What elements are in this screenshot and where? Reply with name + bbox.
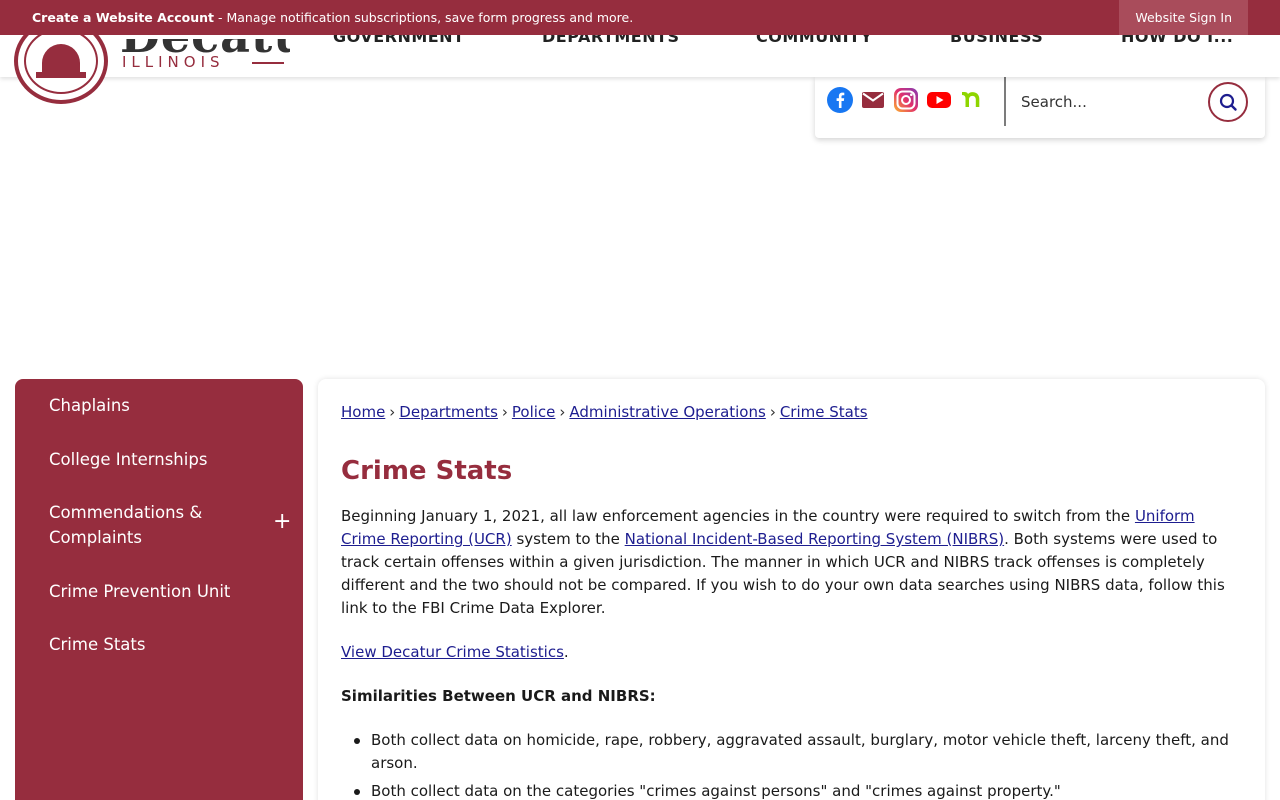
breadcrumb-administrative-operations[interactable]: Administrative Operations bbox=[569, 403, 765, 421]
site-header: Decatur ILLINOIS GOVERNMENT DEPARTMENTS … bbox=[0, 27, 1280, 77]
view-stats-line: View Decatur Crime Statistics. bbox=[341, 641, 569, 664]
account-message: Create a Website Account - Manage notifi… bbox=[32, 10, 633, 25]
page-title: Crime Stats bbox=[341, 456, 513, 486]
breadcrumb-departments[interactable]: Departments bbox=[399, 403, 498, 421]
expand-icon[interactable]: + bbox=[273, 509, 291, 534]
search-button[interactable] bbox=[1208, 82, 1248, 122]
intro-paragraph: Beginning January 1, 2021, all law enfor… bbox=[341, 505, 1241, 620]
create-account-link[interactable]: Create a Website Account bbox=[32, 10, 214, 25]
list-item: Both collect data on the categories "cri… bbox=[354, 780, 1251, 800]
breadcrumb: Home › Departments › Police › Administrative O… bbox=[341, 403, 868, 421]
nextdoor-icon[interactable] bbox=[959, 87, 985, 113]
search-icon bbox=[1219, 93, 1237, 111]
breadcrumb-police[interactable]: Police bbox=[512, 403, 556, 421]
sidebar-item-crime-prevention-unit[interactable]: Crime Prevention Unit bbox=[49, 579, 230, 604]
intro-text-2: system to the bbox=[511, 530, 625, 548]
facebook-icon[interactable] bbox=[827, 87, 853, 113]
nibrs-link[interactable]: National Incident-Based Reporting System… bbox=[625, 530, 1004, 548]
similarities-list: Both collect data on homicide, rape, rob… bbox=[354, 729, 1251, 800]
breadcrumb-separator: › bbox=[389, 403, 396, 421]
breadcrumb-separator: › bbox=[559, 403, 566, 421]
panel-divider bbox=[1004, 77, 1006, 126]
view-period: . bbox=[563, 643, 569, 661]
instagram-icon[interactable] bbox=[893, 87, 919, 113]
sidebar-item-commendations-complaints[interactable]: Commendations & Complaints bbox=[49, 500, 249, 550]
seal-base bbox=[36, 72, 86, 78]
youtube-icon[interactable] bbox=[926, 87, 952, 113]
section-sidebar: Chaplains College Internships Commendati… bbox=[15, 379, 303, 800]
breadcrumb-home[interactable]: Home bbox=[341, 403, 385, 421]
main-content: Home › Departments › Police › Administrative O… bbox=[318, 379, 1265, 800]
account-message-text: - Manage notification subscriptions, sav… bbox=[214, 10, 634, 25]
breadcrumb-crime-stats[interactable]: Crime Stats bbox=[780, 403, 868, 421]
view-crime-statistics-link[interactable]: View Decatur Crime Statistics bbox=[341, 643, 564, 661]
logo-rule bbox=[252, 62, 284, 64]
breadcrumb-separator: › bbox=[501, 403, 508, 421]
logo-subtitle: ILLINOIS bbox=[122, 53, 225, 71]
similarities-heading: Similarities Between UCR and NIBRS: bbox=[341, 687, 656, 705]
email-icon[interactable] bbox=[860, 87, 886, 113]
search-input[interactable] bbox=[1021, 87, 1201, 117]
intro-text-1: Beginning January 1, 2021, all law enfor… bbox=[341, 507, 1135, 525]
seal-dome bbox=[42, 44, 80, 74]
sidebar-item-college-internships[interactable]: College Internships bbox=[49, 447, 207, 472]
social-search-panel bbox=[815, 77, 1265, 138]
list-item: Both collect data on homicide, rape, rob… bbox=[354, 729, 1251, 775]
notification-bar: Create a Website Account - Manage notifi… bbox=[0, 0, 1280, 35]
breadcrumb-separator: › bbox=[769, 403, 776, 421]
website-sign-in-button[interactable]: Website Sign In bbox=[1119, 0, 1248, 35]
sidebar-item-crime-stats[interactable]: Crime Stats bbox=[49, 632, 145, 657]
sidebar-item-chaplains[interactable]: Chaplains bbox=[49, 393, 130, 418]
